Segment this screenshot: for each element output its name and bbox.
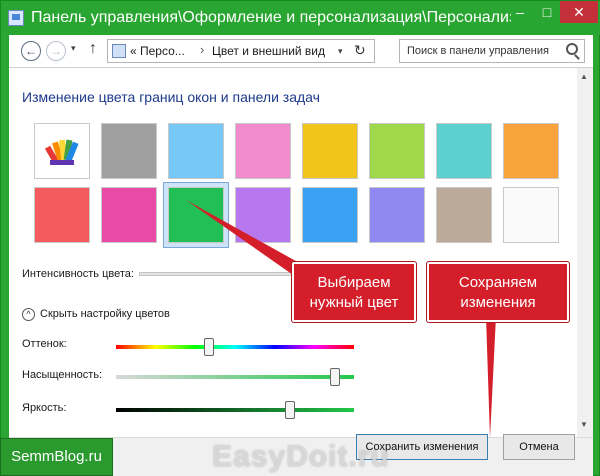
refresh-icon[interactable]: ↻ xyxy=(354,42,366,59)
color-swatch-red[interactable] xyxy=(34,187,90,243)
saturation-label: Насыщенность: xyxy=(22,369,103,381)
breadcrumb-separator[interactable]: › xyxy=(200,42,204,57)
callout-pick-line1: Выбираем xyxy=(317,274,391,291)
color-swatch-orange[interactable] xyxy=(503,123,559,179)
cancel-button[interactable]: Отмена xyxy=(503,434,575,460)
color-swatch-light-blue[interactable] xyxy=(168,123,224,179)
address-bar: ← → ▾ ↑ « Персо... › Цвет и внешний вид … xyxy=(9,35,593,67)
maximize-button[interactable]: □ xyxy=(534,1,560,23)
color-swatch-yellow[interactable] xyxy=(302,123,358,179)
callout-save-line2: изменения xyxy=(460,294,536,311)
hue-slider[interactable] xyxy=(116,345,354,349)
scroll-up-icon[interactable]: ▲ xyxy=(580,72,588,81)
search-icon[interactable] xyxy=(566,43,578,55)
color-swatch-taupe[interactable] xyxy=(436,187,492,243)
color-swatch-teal[interactable] xyxy=(436,123,492,179)
search-input[interactable]: Поиск в панели управления xyxy=(399,39,585,63)
hide-color-mixer-label: Скрыть настройку цветов xyxy=(40,308,170,320)
main-content: Изменение цвета границ окон и панели зад… xyxy=(9,67,593,438)
hue-label: Оттенок: xyxy=(22,338,67,350)
saturation-slider[interactable] xyxy=(116,375,354,379)
color-swatch-pink[interactable] xyxy=(235,123,291,179)
hue-slider-thumb[interactable] xyxy=(203,338,214,356)
scroll-down-icon[interactable]: ▼ xyxy=(580,420,588,429)
saturation-slider-thumb[interactable] xyxy=(329,368,340,386)
color-swatch-custom-palette[interactable] xyxy=(34,123,90,179)
color-intensity-label: Интенсивность цвета: xyxy=(22,268,134,280)
brightness-slider[interactable] xyxy=(116,408,354,412)
color-swatch-light-green[interactable] xyxy=(369,123,425,179)
back-arrow-icon[interactable]: ← xyxy=(21,41,41,61)
minimize-button[interactable]: – xyxy=(506,1,534,23)
breadcrumb[interactable]: « Персо... › Цвет и внешний вид ▾ ↻ xyxy=(107,39,375,63)
close-button[interactable]: ✕ xyxy=(560,1,598,23)
color-swatch-lavender[interactable] xyxy=(369,187,425,243)
color-swatch-purple[interactable] xyxy=(235,187,291,243)
brightness-slider-thumb[interactable] xyxy=(284,401,295,419)
breadcrumb-current[interactable]: Цвет и внешний вид xyxy=(212,44,325,58)
color-swatch-white[interactable] xyxy=(503,187,559,243)
vertical-scrollbar[interactable]: ▲ ▼ xyxy=(577,68,593,438)
brightness-label: Яркость: xyxy=(22,402,67,414)
callout-save-changes: Сохраняем изменения xyxy=(427,262,569,322)
watermark-easydoit: EasyDoit.ru xyxy=(212,440,390,473)
color-swatch-blue[interactable] xyxy=(302,187,358,243)
hide-color-mixer-toggle[interactable]: ^ Скрыть настройку цветов xyxy=(22,308,170,321)
watermark-semmblog: SemmBlog.ru xyxy=(0,438,113,476)
color-palette-icon xyxy=(44,134,79,168)
folder-icon xyxy=(112,44,126,58)
control-panel-window: Панель управления\Оформление и персонали… xyxy=(0,0,600,476)
chevron-up-icon: ^ xyxy=(22,308,35,321)
control-panel-icon xyxy=(8,10,24,26)
up-arrow-icon[interactable]: ↑ xyxy=(89,40,97,58)
color-swatch-magenta[interactable] xyxy=(101,187,157,243)
path-dropdown-icon[interactable]: ▾ xyxy=(338,46,343,57)
forward-arrow-icon[interactable]: → xyxy=(46,41,66,61)
window-title: Панель управления\Оформление и персонали… xyxy=(31,9,511,26)
callout-save-line1: Сохраняем xyxy=(458,274,538,291)
title-bar: Панель управления\Оформление и персонали… xyxy=(1,1,600,35)
search-placeholder: Поиск в панели управления xyxy=(407,45,549,57)
breadcrumb-parent[interactable]: « Персо... xyxy=(130,44,185,58)
callout-pick-color: Выбираем нужный цвет xyxy=(292,262,416,322)
page-title: Изменение цвета границ окон и панели зад… xyxy=(22,89,320,105)
color-swatch-gray[interactable] xyxy=(101,123,157,179)
recent-locations-dropdown[interactable]: ▾ xyxy=(71,43,76,54)
callout-pick-line2: нужный цвет xyxy=(309,294,399,311)
color-swatch-green[interactable] xyxy=(163,182,229,248)
